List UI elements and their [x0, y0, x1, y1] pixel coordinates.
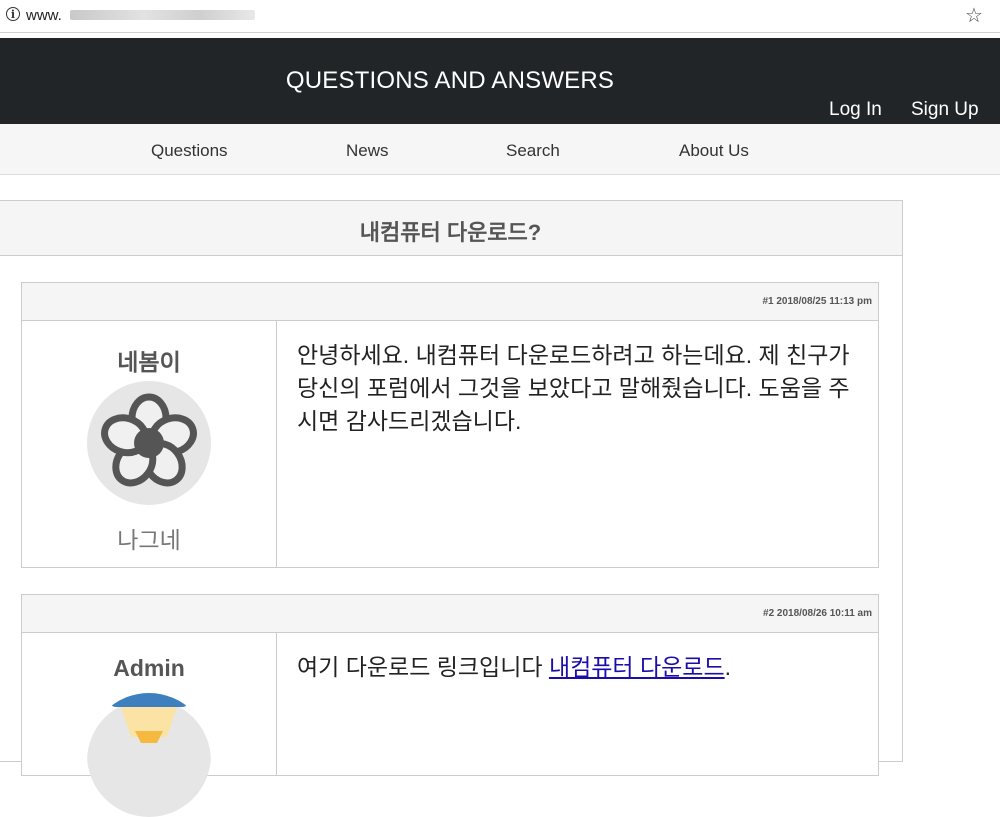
author-name[interactable]: 네봄이 [22, 343, 276, 377]
nav-item-about-us[interactable]: About Us [679, 141, 749, 161]
star-icon[interactable]: ☆ [965, 3, 983, 28]
signup-link[interactable]: Sign Up [911, 99, 979, 121]
post-body-suffix: . [724, 654, 731, 680]
post-author-panel: 네봄이 나그네 [22, 321, 277, 567]
post-body-text: 여기 다운로드 링크입니다 [297, 654, 549, 680]
post: #2 2018/08/26 10:11 am Admin 여기 다운로드 링크입… [21, 594, 879, 817]
download-link[interactable]: 내컴퓨터 다운로드 [549, 654, 725, 680]
post-body: 여기 다운로드 링크입니다 내컴퓨터 다운로드. [297, 651, 867, 684]
main-nav: Questions News Search About Us [0, 124, 1000, 175]
post-meta: #2 2018/08/26 10:11 am [22, 595, 878, 633]
post: #1 2018/08/25 11:13 pm 네봄이 나그네 안녕하세요. 내컴… [21, 282, 879, 568]
post-author-panel: Admin [22, 633, 277, 817]
login-link[interactable]: Log In [829, 99, 882, 121]
post-number-date[interactable]: #2 2018/08/26 10:11 am [763, 608, 872, 619]
nav-item-questions[interactable]: Questions [151, 141, 228, 161]
post-meta: #1 2018/08/25 11:13 pm [22, 283, 878, 321]
author-name[interactable]: Admin [22, 655, 276, 682]
url-redacted [70, 10, 255, 20]
author-rank: 나그네 [117, 527, 181, 553]
admin-avatar-icon[interactable] [87, 693, 211, 817]
address-bar[interactable]: i www. ☆ [0, 0, 1000, 33]
flower-avatar-icon[interactable] [87, 381, 211, 505]
topic-panel: 내컴퓨터 다운로드? #1 2018/08/25 11:13 pm 네봄이 나그… [0, 200, 903, 817]
site-header: QUESTIONS AND ANSWERS Log In Sign Up [0, 38, 1000, 124]
nav-item-news[interactable]: News [346, 141, 389, 161]
topic-title: 내컴퓨터 다운로드? [359, 220, 542, 245]
url-text[interactable]: www. [26, 7, 62, 24]
topic-header: 내컴퓨터 다운로드? [0, 201, 902, 256]
post-body: 안녕하세요. 내컴퓨터 다운로드하려고 하는데요. 제 친구가 당신의 포럼에서… [297, 342, 850, 434]
site-title: QUESTIONS AND ANSWERS [285, 67, 615, 94]
nav-item-search[interactable]: Search [506, 141, 560, 161]
post-number-date[interactable]: #1 2018/08/25 11:13 pm [762, 296, 872, 307]
info-icon[interactable]: i [6, 7, 20, 21]
